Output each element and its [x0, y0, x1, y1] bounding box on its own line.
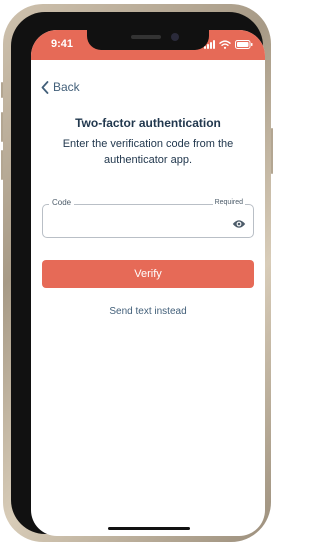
- code-field[interactable]: Code Required: [42, 198, 254, 238]
- page-title: Two-factor authentication: [75, 116, 221, 130]
- eye-icon[interactable]: [232, 216, 246, 234]
- side-button-power: [271, 128, 273, 174]
- page-subtitle: Enter the verification code from the aut…: [62, 138, 234, 166]
- code-input[interactable]: [49, 215, 219, 231]
- status-time: 9:41: [51, 38, 74, 50]
- side-button-volume-up: [1, 112, 3, 142]
- back-label: Back: [53, 80, 80, 94]
- required-label: Required: [212, 199, 245, 206]
- chevron-left-icon: [41, 80, 49, 94]
- code-field-label: Code: [49, 198, 75, 207]
- side-button-volume-down: [1, 150, 3, 180]
- side-button-silent: [1, 82, 3, 98]
- phone-frame: 9:41 Back Two-factor authentication Ente…: [1, 4, 273, 542]
- home-indicator: [108, 527, 190, 530]
- front-camera: [171, 33, 179, 41]
- send-text-instead-link[interactable]: Send text instead: [31, 306, 265, 317]
- phone-bezel: 9:41 Back Two-factor authentication Ente…: [11, 12, 265, 536]
- notch: [87, 30, 209, 50]
- back-button[interactable]: Back: [41, 80, 80, 94]
- status-icons: [204, 38, 253, 50]
- battery-icon: [235, 39, 253, 49]
- verify-button[interactable]: Verify: [42, 260, 254, 288]
- speaker-grille: [131, 35, 161, 39]
- screen: 9:41 Back Two-factor authentication Ente…: [31, 30, 265, 536]
- wifi-icon: [219, 39, 231, 49]
